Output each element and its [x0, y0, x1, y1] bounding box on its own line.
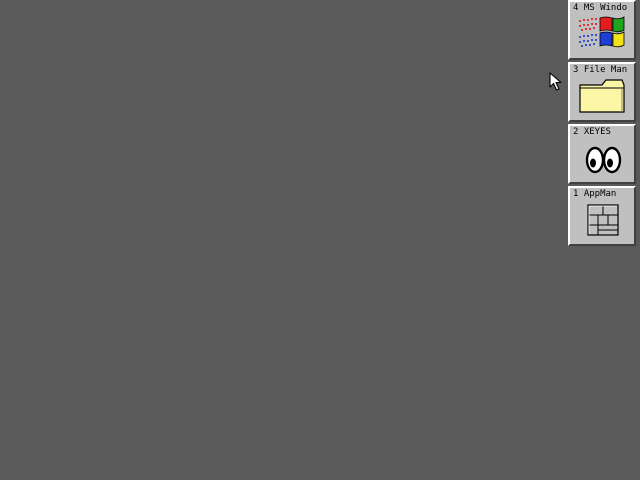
dock-item-label: 4 MS Windo: [573, 3, 628, 13]
dock-item-xeyes[interactable]: 2 XEYES: [568, 124, 636, 184]
dock-item-label: 1 AppMan: [573, 189, 617, 199]
dock-item-file-manager[interactable]: 3 File Man: [568, 62, 636, 122]
windows-logo-icon: [579, 16, 625, 48]
app-manager-icon: [587, 204, 619, 236]
dock-item-label: 3 File Man: [573, 65, 628, 75]
dock: 4 MS Windo 3 File Man 2 XEYES 1 AppMan: [568, 0, 636, 248]
dock-item-ms-windows[interactable]: 4 MS Windo: [568, 0, 636, 60]
eyes-icon: [585, 146, 622, 174]
folder-icon: [579, 79, 625, 113]
desktop[interactable]: [0, 0, 640, 480]
dock-item-appman[interactable]: 1 AppMan: [568, 186, 636, 246]
arrow-cursor-icon: [549, 72, 562, 91]
dock-item-label: 2 XEYES: [573, 127, 611, 137]
